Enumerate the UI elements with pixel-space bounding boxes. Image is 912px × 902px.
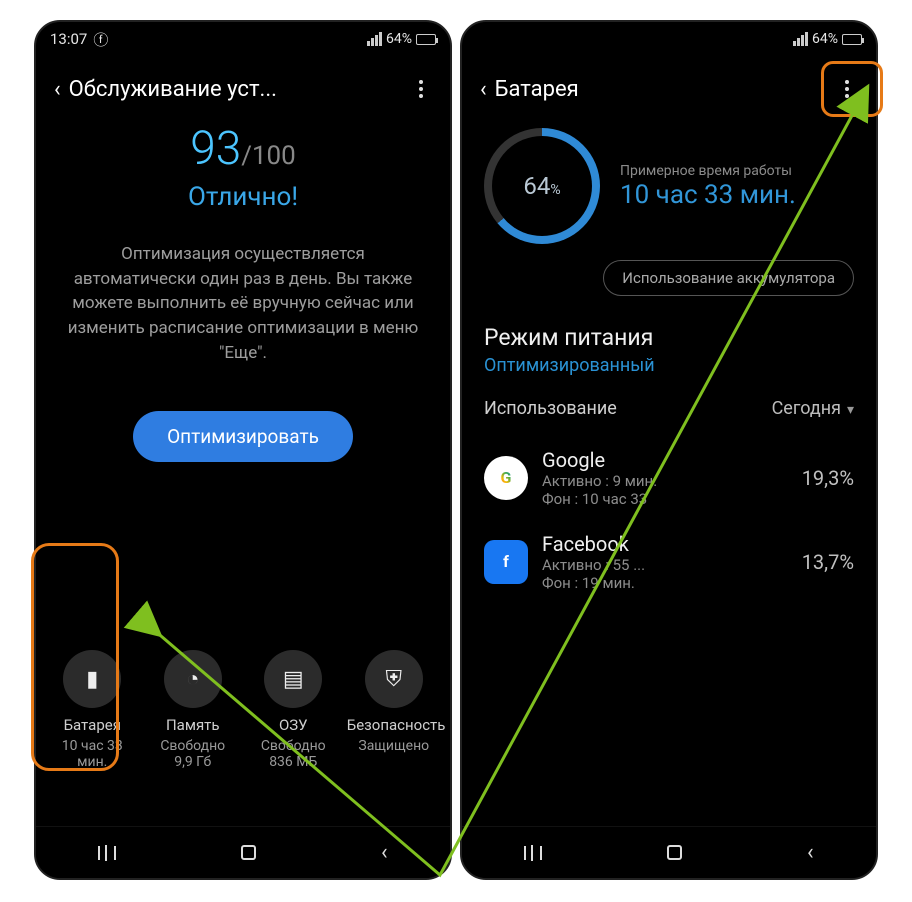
tile-label: Батарея: [45, 716, 139, 734]
battery-tile-icon: ▮: [63, 650, 121, 708]
power-mode-title: Режим питания: [484, 324, 854, 351]
power-mode-value: Оптимизированный: [484, 355, 854, 376]
signal-icon: [793, 32, 808, 46]
more-menu-button[interactable]: [828, 70, 866, 108]
app-pct: 13,7%: [802, 550, 854, 574]
nav-bar: ‹: [36, 826, 450, 878]
tile-battery[interactable]: ▮ Батарея 10 час 33 мин.: [45, 650, 139, 770]
nav-back[interactable]: ‹: [381, 840, 388, 865]
usage-period-row[interactable]: Использование Сегодня ▾: [462, 382, 876, 436]
nav-recent[interactable]: [98, 846, 116, 860]
tile-label: ОЗУ: [246, 716, 340, 734]
status-battery-pct: 64%: [386, 31, 412, 47]
usage-label: Использование: [484, 398, 617, 420]
more-menu-button[interactable]: [402, 70, 440, 108]
page-title: Обслуживание уст...: [69, 77, 402, 102]
tile-label: Безопасность: [347, 716, 441, 734]
phone-right: 64% ‹ Батарея 64% Примерное время работы…: [460, 20, 878, 880]
est-time-caption: Примерное время работы: [620, 163, 854, 179]
app-active: Активно : 9 мин.: [542, 472, 788, 490]
score-value: 93: [190, 122, 241, 176]
facebook-icon: f: [484, 540, 528, 584]
ram-tile-icon: ▤: [264, 650, 322, 708]
shield-icon: ⛨: [365, 650, 423, 708]
nav-recent[interactable]: [524, 846, 542, 860]
tile-sub1: Защищено: [347, 738, 441, 754]
battery-ring: 64%: [484, 128, 600, 244]
tile-storage[interactable]: ◔ Память Свободно 9,9 Гб: [146, 650, 240, 770]
chevron-down-icon: ▾: [847, 402, 854, 418]
app-usage-row[interactable]: G Google Активно : 9 мин. Фон : 10 час 3…: [462, 436, 876, 520]
app-active: Активно : 55 ...: [542, 556, 788, 574]
nav-back[interactable]: ‹: [807, 840, 814, 865]
battery-summary: 64% Примерное время работы 10 час 33 мин…: [462, 122, 876, 244]
battery-icon: [842, 34, 862, 45]
tile-ram[interactable]: ▤ ОЗУ Свободно 836 МБ: [246, 650, 340, 770]
device-score: 93/100: [36, 122, 450, 176]
battery-icon: [416, 34, 436, 45]
tile-sub2: мин.: [45, 754, 139, 770]
app-usage-row[interactable]: f Facebook Активно : 55 ... Фон : 19 мин…: [462, 520, 876, 604]
tile-sub1: 10 час 33: [45, 738, 139, 754]
ring-suffix: %: [550, 182, 560, 198]
est-time-value: 10 час 33 мин.: [620, 181, 854, 210]
tile-label: Память: [146, 716, 240, 734]
ring-percent: 64: [523, 172, 550, 200]
tile-sub1: Свободно: [246, 738, 340, 754]
battery-usage-button[interactable]: Использование аккумулятора: [603, 260, 854, 296]
category-tiles: ▮ Батарея 10 час 33 мин. ◔ Память Свобод…: [36, 650, 450, 770]
app-pct: 19,3%: [802, 466, 854, 490]
app-header: ‹ Батарея: [462, 56, 876, 122]
app-bg: Фон : 10 час 33: [542, 490, 788, 508]
app-name: Google: [542, 448, 788, 472]
signal-icon: [367, 32, 382, 46]
nav-bar: ‹: [462, 826, 876, 878]
status-time: 13:07: [50, 30, 87, 48]
power-mode-section[interactable]: Режим питания Оптимизированный: [462, 302, 876, 382]
fb-notif-icon: ⓕ: [93, 29, 108, 50]
score-status: Отлично!: [36, 182, 450, 212]
tile-security[interactable]: ⛨ Безопасность Защищено: [347, 650, 441, 770]
tile-sub2: 9,9 Гб: [146, 754, 240, 770]
optimize-button[interactable]: Оптимизировать: [133, 411, 353, 462]
status-bar: 64%: [462, 22, 876, 56]
back-button[interactable]: ‹: [46, 77, 69, 102]
storage-tile-icon: ◔: [164, 650, 222, 708]
tile-sub2: 836 МБ: [246, 754, 340, 770]
nav-home[interactable]: [667, 845, 682, 860]
tile-sub1: Свободно: [146, 738, 240, 754]
score-max: /100: [241, 141, 296, 171]
nav-home[interactable]: [241, 845, 256, 860]
status-battery-pct: 64%: [812, 31, 838, 47]
google-icon: G: [484, 456, 528, 500]
usage-period: Сегодня: [772, 398, 841, 419]
optimization-desc: Оптимизация осуществляется автоматически…: [36, 242, 450, 365]
app-header: ‹ Обслуживание уст...: [36, 56, 450, 122]
status-bar: 13:07 ⓕ 64%: [36, 22, 450, 56]
app-name: Facebook: [542, 532, 788, 556]
back-button[interactable]: ‹: [472, 77, 495, 102]
app-bg: Фон : 19 мин.: [542, 574, 788, 592]
page-title: Батарея: [495, 77, 828, 102]
phone-left: 13:07 ⓕ 64% ‹ Обслуживание уст... 93/100…: [34, 20, 452, 880]
